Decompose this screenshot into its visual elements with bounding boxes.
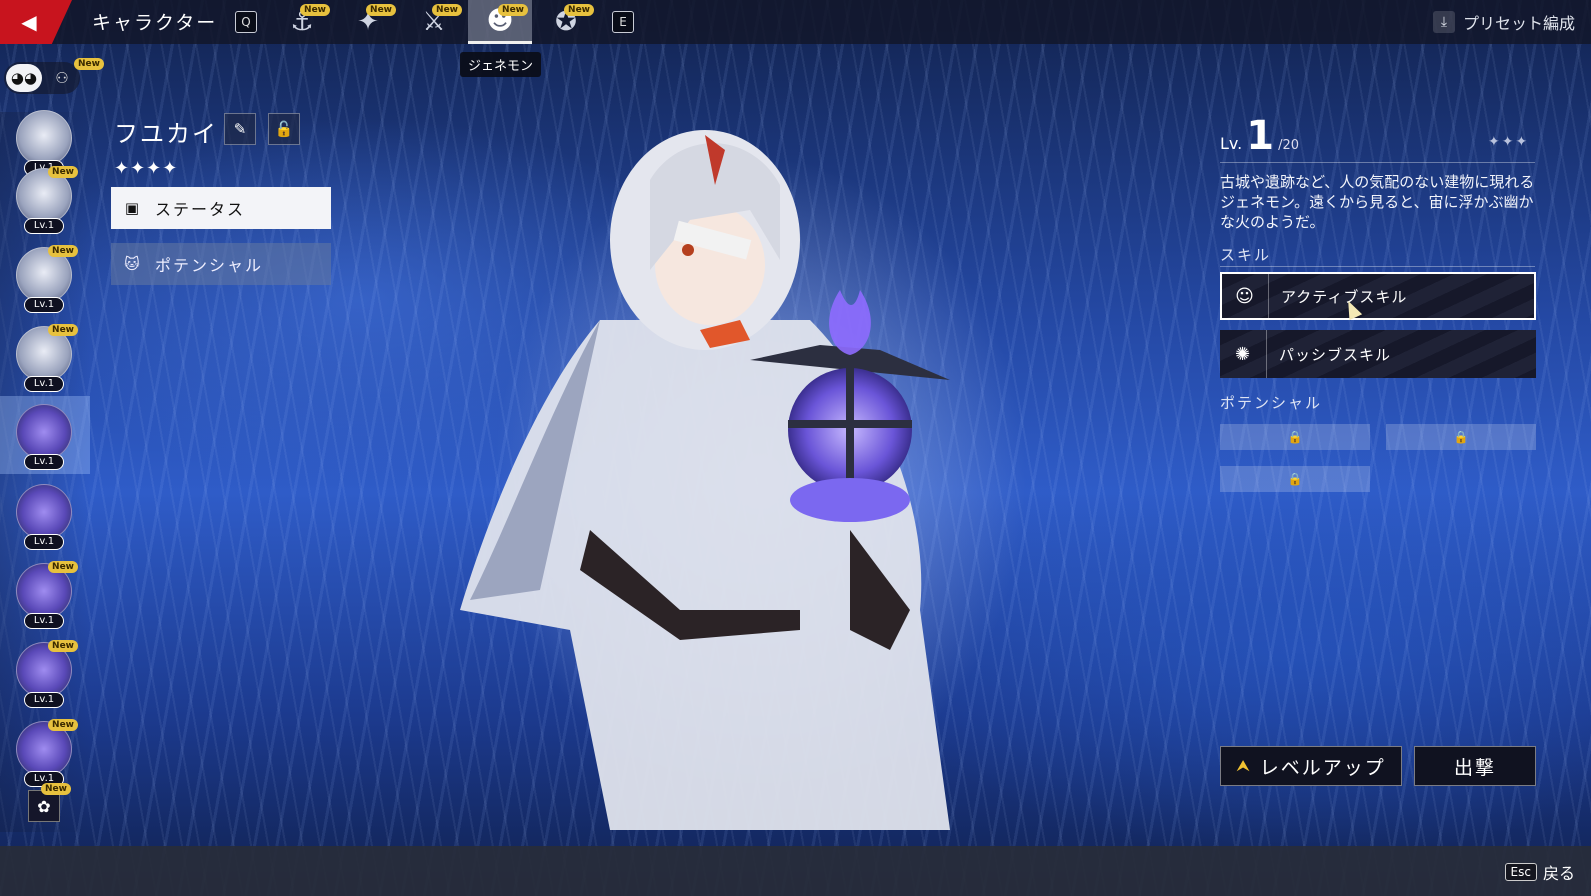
tab-emblem[interactable]: ✦ New: [336, 0, 400, 44]
lock-icon: 🔒: [1453, 430, 1469, 444]
deploy-button[interactable]: 出撃: [1414, 746, 1536, 786]
character-list[interactable]: Lv.1 Lv.1 New Lv.1 New Lv.1 New Lv.1 Lv.…: [0, 110, 90, 832]
potential-heading: ポテンシャル: [1220, 394, 1323, 412]
level-value: 1: [1246, 113, 1275, 159]
new-badge: New: [48, 719, 78, 731]
status-button[interactable]: ▣ ステータス: [111, 187, 331, 229]
back-logo-button[interactable]: ◀: [0, 0, 72, 44]
new-badge: New: [74, 58, 104, 70]
new-badge: New: [48, 166, 78, 178]
status-icon: ▣: [124, 199, 142, 217]
bottom-bar: Esc 戻る: [0, 846, 1591, 896]
potential-slot-locked[interactable]: 🔒: [1220, 466, 1370, 492]
cat-icon: 🐱: [124, 255, 142, 273]
new-badge: New: [300, 4, 330, 16]
level-badge: Lv.1: [24, 613, 64, 629]
potential-button[interactable]: 🐱 ポテンシャル: [111, 243, 331, 285]
key-hint-q: Q: [235, 11, 257, 33]
active-skill-button[interactable]: ☺ アクティブスキル: [1220, 272, 1536, 320]
level-max: /20: [1278, 138, 1299, 153]
list-item-selected[interactable]: Lv.1: [0, 396, 90, 474]
unlock-icon: 🔓: [274, 120, 294, 138]
status-label: ステータス: [155, 200, 246, 219]
pencil-icon: ✎: [233, 120, 247, 138]
new-badge: New: [41, 783, 71, 795]
level-prefix: Lv.: [1220, 134, 1243, 153]
tab-genemon[interactable]: ☻ New: [468, 0, 532, 44]
download-icon: ⤓: [1432, 11, 1455, 33]
level-badge: Lv.1: [24, 692, 64, 708]
new-badge: New: [48, 245, 78, 257]
flower-icon: ✿: [37, 796, 51, 816]
tab-star-disc[interactable]: ✪ New: [534, 0, 598, 44]
lantern-avatar-icon: [16, 484, 72, 540]
new-badge: New: [498, 4, 528, 16]
tab-anchor[interactable]: ⚓ New: [270, 0, 334, 44]
passive-skill-button[interactable]: ✺ パッシブスキル: [1220, 330, 1536, 378]
new-badge: New: [48, 561, 78, 573]
page-title: キャラクター: [92, 12, 218, 34]
preset-label: プリセット編成: [1462, 14, 1575, 33]
rarity-stars: ✦✦✦✦: [114, 158, 179, 179]
active-skill-icon: ☺: [1222, 274, 1269, 318]
divider: [1220, 162, 1535, 163]
list-item[interactable]: Lv.1 New: [14, 719, 78, 789]
level-badge: Lv.1: [24, 218, 64, 234]
filter-button[interactable]: ✿ New: [28, 783, 71, 822]
list-item[interactable]: Lv.1: [14, 482, 72, 552]
back-label: 戻る: [1542, 864, 1575, 883]
group-view-icon[interactable]: ⚇: [44, 64, 80, 92]
lantern-avatar-icon: [16, 404, 72, 460]
level-badge: Lv.1: [24, 297, 64, 313]
potential-slot-locked[interactable]: 🔒: [1220, 424, 1370, 450]
back-button[interactable]: Esc 戻る: [1504, 860, 1575, 884]
lock-icon: 🔒: [1287, 472, 1303, 486]
new-badge: New: [564, 4, 594, 16]
passive-skill-icon: ✺: [1220, 330, 1267, 378]
ghost-avatar-icon: [16, 110, 72, 166]
skill-heading: スキル: [1220, 246, 1272, 264]
potential-label: ポテンシャル: [155, 256, 264, 275]
level-up-label: レベルアップ: [1259, 756, 1386, 779]
esc-key-hint: Esc: [1504, 863, 1537, 881]
divider: [1220, 266, 1535, 267]
new-badge: New: [366, 4, 396, 16]
tab-tooltip: ジェネモン: [460, 52, 542, 77]
level-badge: Lv.1: [24, 376, 64, 392]
deploy-label: 出撃: [1453, 756, 1496, 779]
description-text: 古城や遺跡など、人の気配のない建物に現れるジェネモン。遠くから見ると、宙に浮かぶ…: [1220, 173, 1535, 231]
potential-slot-locked[interactable]: 🔒: [1386, 424, 1536, 450]
character-illustration: [460, 130, 950, 830]
top-bar: ◀ キャラクター Q ⚓ New ✦ New ⚔ New ☻ New ✪ New…: [0, 0, 1591, 44]
new-badge: New: [48, 324, 78, 336]
ghost-view-icon[interactable]: ◕◕: [6, 64, 42, 92]
preset-button[interactable]: ⤓ プリセット編成: [1432, 10, 1575, 34]
logo-icon: ◀: [21, 10, 37, 34]
rename-button[interactable]: ✎: [224, 113, 256, 145]
view-toggle[interactable]: ◕◕ ⚇ New: [4, 58, 104, 94]
list-item[interactable]: Lv.1 New: [14, 166, 78, 236]
chevron-up-icon: ⮝: [1236, 756, 1252, 775]
list-item[interactable]: Lv.1 New: [14, 561, 78, 631]
level-badge: Lv.1: [24, 454, 64, 470]
rank-stars: ✦✦✦: [1488, 134, 1530, 150]
list-item[interactable]: Lv.1 New: [14, 324, 78, 394]
tab-crossed-swords[interactable]: ⚔ New: [402, 0, 466, 44]
level-up-button[interactable]: ⮝ レベルアップ: [1220, 746, 1402, 786]
new-badge: New: [432, 4, 462, 16]
lock-toggle-button[interactable]: 🔓: [268, 113, 300, 145]
lock-icon: 🔒: [1287, 430, 1303, 444]
passive-skill-label: パッシブスキル: [1279, 345, 1392, 364]
list-item[interactable]: Lv.1 New: [14, 640, 78, 710]
key-hint-e: E: [612, 11, 634, 33]
character-name: フユカイ: [114, 120, 218, 148]
level-badge: Lv.1: [24, 534, 64, 550]
list-item[interactable]: Lv.1 New: [14, 245, 78, 315]
level-display: Lv. 1 /20: [1220, 113, 1299, 159]
new-badge: New: [48, 640, 78, 652]
